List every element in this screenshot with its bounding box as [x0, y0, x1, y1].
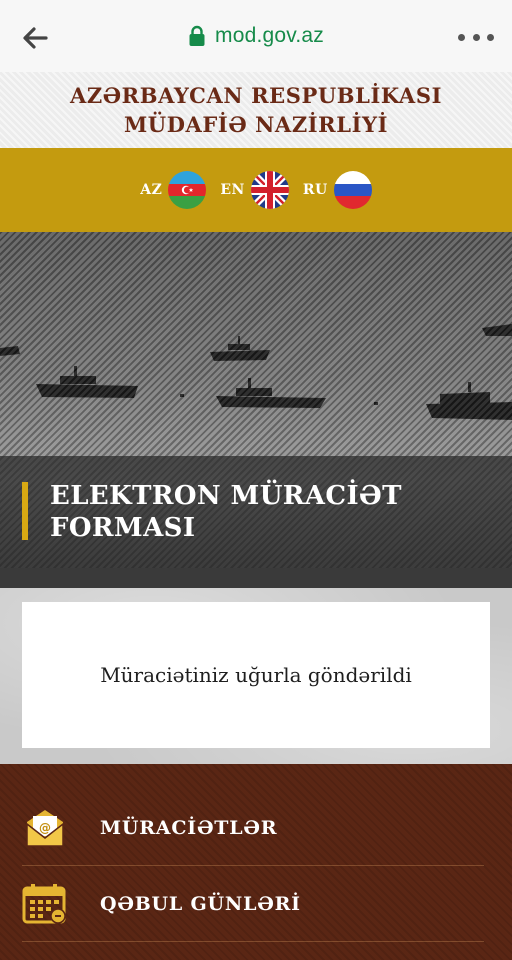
more-dots-icon — [458, 33, 465, 41]
site-title-line-1: AZƏRBAYCAN RESPUBLİKASI — [69, 83, 443, 108]
language-option-ru[interactable]: RU — [303, 171, 372, 209]
azerbaijan-flag-icon — [168, 171, 207, 209]
language-code: EN — [220, 182, 245, 198]
hero-accent-bar — [22, 482, 28, 540]
footer-menu: @ MÜRACİƏTLƏR QƏBUL GÜNLƏRİ — [0, 764, 512, 960]
address-bar[interactable]: mod.gov.az — [0, 24, 512, 48]
menu-item-qebul-gunleri[interactable]: QƏBUL GÜNLƏRİ — [22, 866, 484, 942]
language-switcher: AZ EN RU — [0, 148, 512, 232]
success-message-box: Müraciətiniz uğurla göndərildi — [22, 602, 490, 748]
site-header[interactable]: AZƏRBAYCAN RESPUBLİKASI MÜDAFİƏ NAZİRLİY… — [0, 72, 512, 148]
language-code: RU — [302, 182, 328, 198]
svg-text:@: @ — [39, 821, 51, 835]
page-title-line-1: ELEKTRON MÜRACİƏT — [50, 481, 402, 511]
page-title-line-2: FORMASI — [50, 513, 196, 543]
uk-flag-icon — [250, 171, 289, 209]
lock-icon — [189, 25, 205, 46]
hero-banner: ELEKTRON MÜRACİƏT FORMASI — [0, 232, 512, 588]
browser-toolbar: mod.gov.az — [0, 0, 512, 72]
language-code: AZ — [140, 182, 163, 198]
menu-item-label: QƏBUL GÜNLƏRİ — [100, 892, 301, 915]
site-title-line-2: MÜDAFİƏ NAZİRLİYİ — [123, 112, 389, 137]
language-option-en[interactable]: EN — [220, 171, 289, 209]
mail-envelope-icon: @ — [22, 805, 68, 851]
url-text: mod.gov.az — [215, 24, 324, 47]
page-title: ELEKTRON MÜRACİƏT FORMASI — [50, 480, 490, 544]
menu-item-muracietler[interactable]: @ MÜRACİƏTLƏR — [22, 790, 484, 866]
success-message: Müraciətiniz uğurla göndərildi — [100, 663, 412, 687]
browser-menu-button[interactable] — [458, 30, 494, 44]
form-result-section: Müraciətiniz uğurla göndərildi — [0, 588, 512, 764]
language-option-az[interactable]: AZ — [140, 171, 207, 209]
russia-flag-icon — [333, 171, 372, 209]
menu-item-label: MÜRACİƏTLƏR — [100, 816, 278, 839]
calendar-icon — [22, 881, 68, 927]
